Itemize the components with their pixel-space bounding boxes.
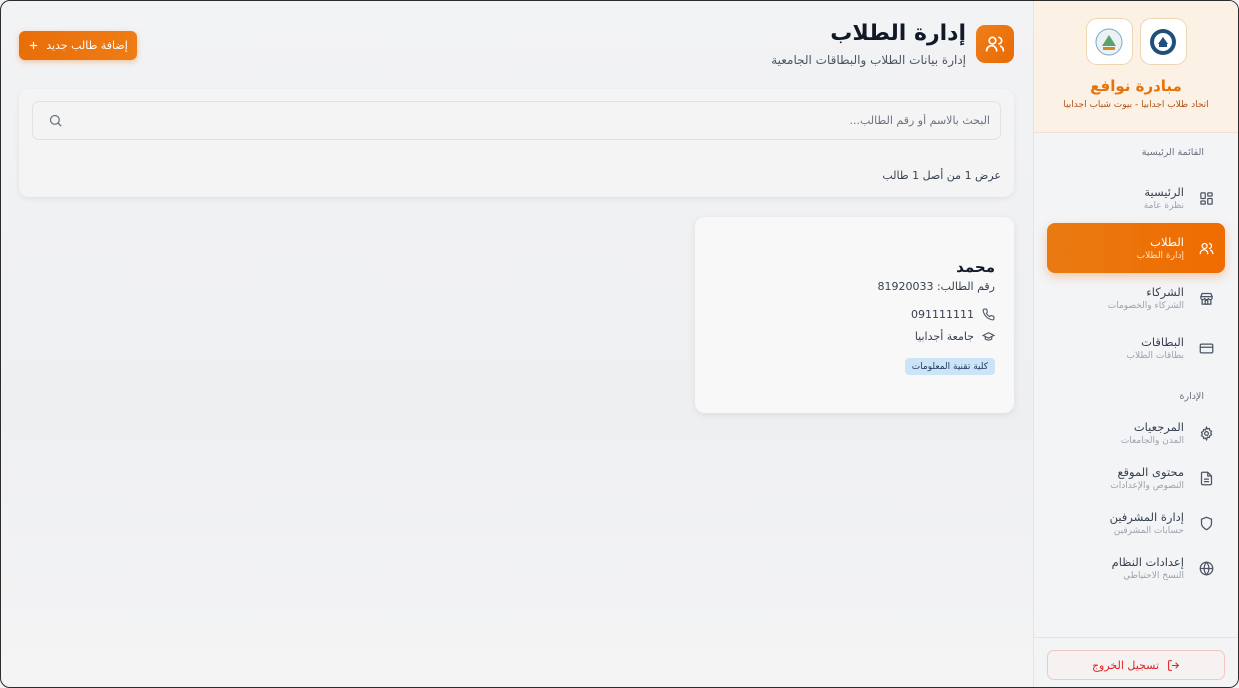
page-header: إدارة الطلاب إدارة بيانات الطلاب والبطاق… <box>19 21 1014 71</box>
dashboard-icon <box>1198 190 1214 206</box>
youth-hostels-logo <box>1139 18 1187 65</box>
student-id: رقم الطالب: 81920033 <box>877 280 995 293</box>
sidebar-item-label: إدارة المشرفين <box>1109 510 1184 524</box>
section-label-main: القائمة الرئيسية <box>1141 147 1204 158</box>
document-icon <box>1198 471 1214 487</box>
sidebar: مبادرة نوافع اتحاد طلاب اجدابيا - بيوت ش… <box>1033 1 1238 687</box>
sidebar-item-partners[interactable]: الشركاء الشركاء والخصومات <box>1047 273 1225 323</box>
page-subtitle: إدارة بيانات الطلاب والبطاقات الجامعية <box>771 53 966 67</box>
sidebar-item-label: المرجعيات <box>1133 420 1184 434</box>
sidebar-item-site-content[interactable]: محتوى الموقع النصوص والإعدادات <box>1047 456 1225 501</box>
card-icon <box>1198 340 1214 356</box>
logout-button[interactable]: تسجيل الخروج <box>1047 650 1225 680</box>
student-phone: 091111111 <box>911 308 974 321</box>
add-student-button[interactable]: إضافة طالب جديد <box>19 31 137 60</box>
student-name: محمد <box>956 258 995 276</box>
sidebar-item-cards[interactable]: البطاقات بطاقات الطلاب <box>1047 323 1225 373</box>
faculty-badge: كلية تقنية المعلومات <box>904 358 995 375</box>
sidebar-item-sublabel: نظرة عامة <box>1143 200 1184 211</box>
store-icon <box>1198 290 1214 306</box>
search-input[interactable] <box>63 114 1000 127</box>
sidebar-item-students[interactable]: الطلاب إدارة الطلاب <box>1047 223 1225 273</box>
student-union-logo <box>1085 18 1133 65</box>
student-card[interactable]: محمد رقم الطالب: 81920033 091111111 جامع… <box>695 217 1014 413</box>
sidebar-item-sublabel: النصوص والإعدادات <box>1110 481 1184 491</box>
graduation-cap-icon <box>982 330 995 343</box>
sidebar-item-home[interactable]: الرئيسية نظرة عامة <box>1047 173 1225 223</box>
sidebar-item-sublabel: النسخ الاحتياطي <box>1123 571 1184 581</box>
logout-label: تسجيل الخروج <box>1091 658 1160 672</box>
sidebar-item-system-settings[interactable]: إعدادات النظام النسخ الاحتياطي <box>1047 546 1225 591</box>
student-university: جامعة أجدابيا <box>914 330 974 343</box>
logos <box>1034 18 1238 65</box>
sidebar-item-label: محتوى الموقع <box>1117 465 1184 479</box>
sidebar-item-label: الرئيسية <box>1144 184 1184 199</box>
brand-subtitle: اتحاد طلاب اجدابيا - بيوت شباب اجدابيا <box>1063 100 1209 110</box>
shield-icon <box>1198 516 1214 532</box>
sidebar-item-label: الشركاء <box>1146 284 1184 299</box>
sidebar-item-label: الطلاب <box>1150 234 1184 249</box>
brand-title: مبادرة نوافع <box>1090 77 1182 95</box>
search-card: عرض 1 من أصل 1 طالب <box>19 89 1014 197</box>
page-title: إدارة الطلاب <box>830 21 966 46</box>
sidebar-item-sublabel: المدن والجامعات <box>1120 436 1184 446</box>
results-count: عرض 1 من أصل 1 طالب <box>882 169 1001 182</box>
brand-header: مبادرة نوافع اتحاد طلاب اجدابيا - بيوت ش… <box>1034 1 1238 133</box>
add-student-label: إضافة طالب جديد <box>46 39 128 52</box>
sidebar-item-sublabel: حسابات المشرفين <box>1113 526 1184 536</box>
sidebar-item-sublabel: بطاقات الطلاب <box>1126 350 1184 361</box>
globe-icon <box>1198 561 1214 577</box>
phone-icon <box>982 308 995 321</box>
plus-icon <box>28 40 39 51</box>
main-content: إدارة الطلاب إدارة بيانات الطلاب والبطاق… <box>1 1 1032 687</box>
sidebar-item-label: البطاقات <box>1141 334 1184 349</box>
search-icon <box>45 113 63 128</box>
sidebar-item-label: إعدادات النظام <box>1111 555 1184 569</box>
student-university-row: جامعة أجدابيا <box>915 330 995 343</box>
app-window: مبادرة نوافع اتحاد طلاب اجدابيا - بيوت ش… <box>0 0 1239 688</box>
sidebar-item-supervisors[interactable]: إدارة المشرفين حسابات المشرفين <box>1047 501 1225 546</box>
logout-area: تسجيل الخروج <box>1034 637 1238 687</box>
student-phone-row: 091111111 <box>911 308 995 321</box>
search-box <box>32 101 1001 140</box>
section-label-admin: الإدارة <box>1179 391 1205 402</box>
logout-icon <box>1167 659 1180 672</box>
sidebar-item-sublabel: إدارة الطلاب <box>1136 250 1184 261</box>
sidebar-item-references[interactable]: المرجعيات المدن والجامعات <box>1047 411 1225 456</box>
gear-icon <box>1198 426 1214 442</box>
users-icon <box>976 25 1014 63</box>
sidebar-item-sublabel: الشركاء والخصومات <box>1107 300 1184 311</box>
users-icon <box>1198 240 1214 256</box>
